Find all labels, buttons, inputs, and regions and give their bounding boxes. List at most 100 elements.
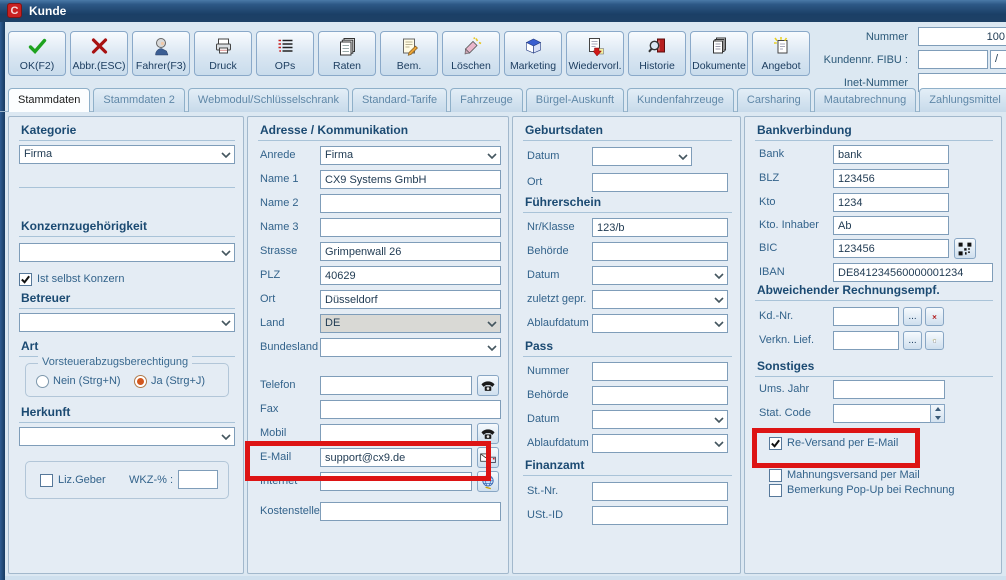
bic-input[interactable] (833, 239, 949, 258)
geburt-ort-input[interactable] (592, 173, 728, 192)
bic-lookup-button[interactable] (954, 238, 976, 259)
blz-label: BLZ (759, 169, 779, 188)
mobil-input[interactable] (320, 424, 472, 443)
fax-label: Fax (260, 400, 278, 419)
zuletzt-gepr-select[interactable] (592, 290, 728, 309)
konzern-select[interactable] (19, 243, 235, 262)
wkz-input[interactable] (178, 470, 218, 489)
mahnungsversand-label: Mahnungsversand per Mail (787, 469, 920, 482)
cancel-button[interactable]: Abbr.(ESC) (70, 31, 128, 76)
verkn-lief-new-button[interactable] (925, 331, 944, 350)
tab-kundenfahrzeuge[interactable]: Kundenfahrzeuge (627, 88, 734, 112)
bank-input[interactable] (833, 145, 949, 164)
bundesland-select[interactable] (320, 338, 501, 357)
tab-webmodul[interactable]: Webmodul/Schlüsselschrank (188, 88, 349, 112)
pass-ablaufdatum-select[interactable] (592, 434, 728, 453)
plz-input[interactable] (320, 266, 501, 285)
reversand-checkbox[interactable] (769, 437, 782, 450)
chevron-down-icon (714, 417, 724, 423)
loeschen-button[interactable]: Löschen (442, 31, 500, 76)
st-nr-label: St.-Nr. (527, 482, 558, 501)
kto-inhaber-input[interactable] (833, 216, 949, 235)
wiedervorlage-button[interactable]: Wiedervorl. (566, 31, 624, 76)
nummer-label: Nummer (700, 28, 908, 47)
fs-behoerde-input[interactable] (592, 242, 728, 261)
nummer-input[interactable] (918, 27, 1006, 46)
panel-kategorie: Kategorie Firma Konzernzugehörigkeit Ist… (8, 116, 244, 574)
land-select[interactable]: DE (320, 314, 501, 333)
pass-nummer-input[interactable] (592, 362, 728, 381)
open-website-button[interactable] (477, 471, 499, 492)
tab-fahrzeuge[interactable]: Fahrzeuge (450, 88, 523, 112)
tab-buergel-auskunft[interactable]: Bürgel-Auskunft (526, 88, 624, 112)
bem-button[interactable]: Bem. (380, 31, 438, 76)
herkunft-select[interactable] (19, 427, 235, 446)
ums-jahr-input[interactable] (833, 380, 945, 399)
name3-input[interactable] (320, 218, 501, 237)
telefon-dial-button[interactable] (477, 375, 499, 396)
ist-selbst-konzern-checkbox[interactable] (19, 273, 32, 286)
kd-nr-input[interactable] (833, 307, 899, 326)
tab-stammdaten-2[interactable]: Stammdaten 2 (93, 88, 185, 112)
phone-icon (479, 378, 497, 394)
kategorie-select[interactable]: Firma (19, 145, 235, 164)
strasse-input[interactable] (320, 242, 501, 261)
ust-id-input[interactable] (592, 506, 728, 525)
kto-label: Kto (759, 193, 776, 212)
bemerkung-popup-checkbox[interactable] (769, 484, 782, 497)
tab-carsharing[interactable]: Carsharing (737, 88, 811, 112)
fs-ablaufdatum-select[interactable] (592, 314, 728, 333)
st-nr-input[interactable] (592, 482, 728, 501)
window-title: Kunde (29, 0, 66, 22)
verkn-lief-input[interactable] (833, 331, 899, 350)
geburt-datum-label: Datum (527, 147, 559, 166)
geburt-datum-select[interactable] (592, 147, 692, 166)
kd-nr-clear-button[interactable] (925, 307, 944, 326)
mobil-dial-button[interactable] (477, 423, 499, 444)
name2-input[interactable] (320, 194, 501, 213)
internet-input[interactable] (320, 472, 472, 491)
send-email-button[interactable] (477, 447, 499, 468)
printer-icon (213, 36, 234, 56)
stat-code-stepper[interactable] (930, 404, 945, 423)
anrede-select[interactable]: Firma (320, 146, 501, 165)
blz-input[interactable] (833, 169, 949, 188)
verkn-lief-browse-button[interactable]: ... (903, 331, 922, 350)
vorsteuer-nein-radio[interactable] (36, 375, 49, 388)
fs-datum-select[interactable] (592, 266, 728, 285)
tab-standard-tarife[interactable]: Standard-Tarife (352, 88, 447, 112)
pass-datum-select[interactable] (592, 410, 728, 429)
vorsteuer-ja-radio[interactable] (134, 375, 147, 388)
sonstiges-heading: Sonstiges (755, 359, 993, 377)
pass-behoerde-input[interactable] (592, 386, 728, 405)
tab-mautabrechnung[interactable]: Mautabrechnung (814, 88, 917, 112)
kd-nr-browse-button[interactable]: ... (903, 307, 922, 326)
abweichender-heading: Abweichender Rechnungsempf. (755, 283, 993, 301)
telefon-input[interactable] (320, 376, 472, 395)
ort-input[interactable] (320, 290, 501, 309)
new-document-icon (932, 334, 937, 348)
red-x-icon (932, 310, 937, 324)
kto-input[interactable] (833, 193, 949, 212)
name1-input[interactable] (320, 170, 501, 189)
raten-button[interactable]: Raten (318, 31, 376, 76)
kundennr-fibu-input[interactable] (918, 50, 988, 69)
kostenstelle-input[interactable] (320, 502, 501, 521)
mahnungsversand-checkbox[interactable] (769, 469, 782, 482)
nr-klasse-input[interactable] (592, 218, 728, 237)
stat-code-input[interactable] (833, 404, 931, 423)
fahrer-button[interactable]: Fahrer(F3) (132, 31, 190, 76)
lizgeber-checkbox[interactable] (40, 474, 53, 487)
iban-input[interactable] (833, 263, 993, 282)
betreuer-select[interactable] (19, 313, 235, 332)
lizgeber-group: Liz.Geber WKZ-% : (25, 461, 229, 499)
tab-stammdaten[interactable]: Stammdaten (8, 88, 90, 112)
historie-button[interactable]: Historie (628, 31, 686, 76)
email-input[interactable] (320, 448, 472, 467)
ok-button[interactable]: OK(F2) (8, 31, 66, 76)
tab-zahlungsmittel[interactable]: Zahlungsmittel (919, 88, 1006, 112)
marketing-button[interactable]: Marketing (504, 31, 562, 76)
fax-input[interactable] (320, 400, 501, 419)
druck-button[interactable]: Druck (194, 31, 252, 76)
ops-button[interactable]: OPs (256, 31, 314, 76)
